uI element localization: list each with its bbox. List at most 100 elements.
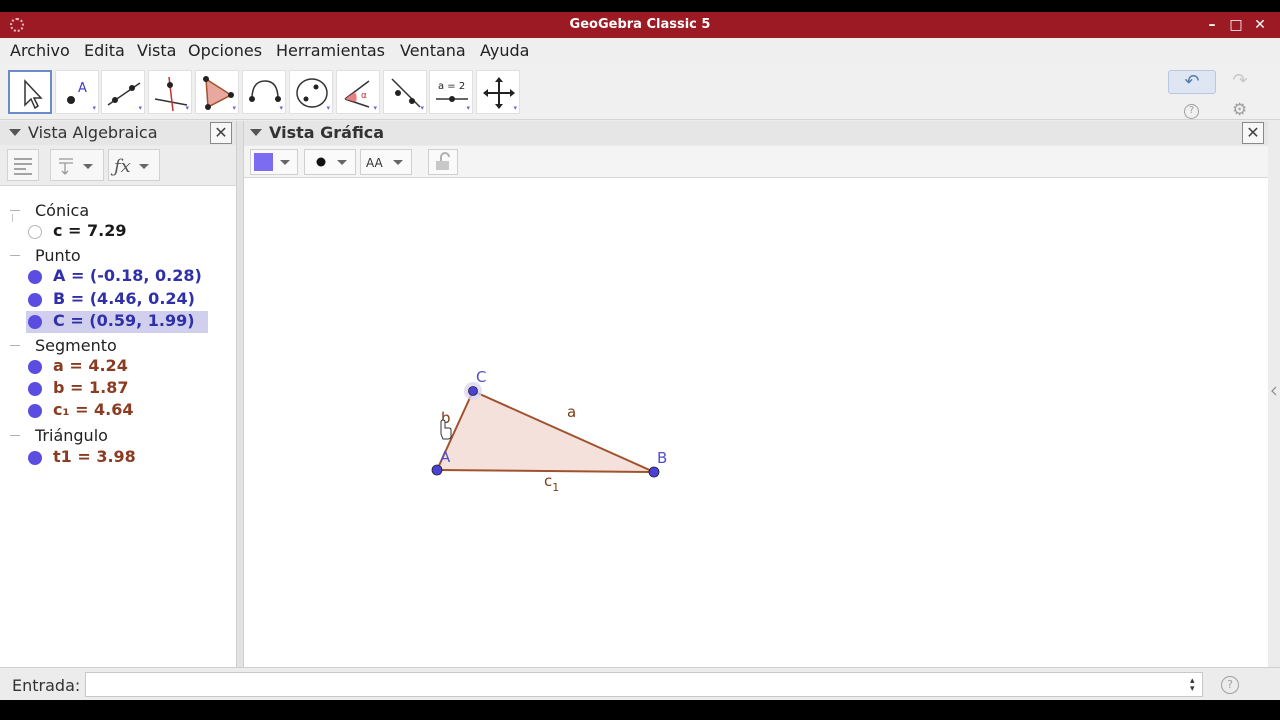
algebra-menu-button[interactable]: [7, 149, 39, 181]
list-item[interactable]: c = 7.29: [26, 221, 136, 243]
move-tool-button[interactable]: [8, 70, 52, 114]
angle-tool-button[interactable]: α ▾: [336, 70, 380, 114]
close-window-button[interactable]: ✕: [1250, 15, 1270, 35]
visibility-toggle[interactable]: [28, 382, 42, 396]
algebra-item-text: c₁ = 4.64: [53, 400, 134, 419]
lines-menu-icon: [14, 158, 32, 175]
move-view-tool-button[interactable]: ▾: [476, 70, 520, 114]
algebra-item-text: C = (0.59, 1.99): [53, 311, 195, 330]
construction-drawing[interactable]: A B C a b c1: [244, 178, 1268, 678]
visibility-toggle[interactable]: [28, 451, 42, 465]
expand-arrow-icon: [1271, 386, 1277, 396]
menu-ayuda[interactable]: Ayuda: [480, 41, 529, 60]
perpendicular-tool-button[interactable]: ▾: [148, 70, 192, 114]
maximize-button[interactable]: □: [1226, 15, 1246, 35]
input-field[interactable]: [85, 672, 1203, 697]
conic-tool-button[interactable]: ▾: [289, 70, 333, 114]
triangle-t1-fill[interactable]: [437, 391, 654, 472]
label-style-button[interactable]: AA: [360, 149, 412, 175]
list-item[interactable]: c₁ = 4.64: [26, 400, 142, 422]
point-style-button[interactable]: [304, 149, 356, 175]
tree-collapse-conica[interactable]: [10, 210, 20, 211]
right-edge-handle[interactable]: [1268, 121, 1280, 678]
undo-button[interactable]: ↶: [1168, 70, 1216, 94]
tree-collapse-triangulo[interactable]: [10, 435, 20, 436]
point-b[interactable]: [648, 466, 660, 478]
category-conica: Cónica: [35, 201, 90, 220]
graphics-view-title: Vista Gráfica: [269, 123, 385, 142]
list-item-selected[interactable]: C = (0.59, 1.99): [26, 311, 208, 333]
color-swatch-icon: [254, 153, 290, 171]
list-item[interactable]: t1 = 3.98: [26, 447, 146, 469]
input-label: Entrada:: [12, 676, 81, 695]
svg-text:α: α: [361, 91, 367, 101]
label-segment-a: a: [567, 403, 576, 421]
label-segment-c1: c1: [544, 472, 559, 494]
input-bar: Entrada: ▴ ▾ ?: [0, 667, 1280, 700]
category-segmento: Segmento: [35, 336, 117, 355]
collapse-triangle-icon[interactable]: [250, 129, 262, 136]
list-item[interactable]: b = 1.87: [26, 378, 136, 400]
list-item[interactable]: B = (4.46, 0.24): [26, 289, 208, 311]
visibility-toggle[interactable]: [28, 315, 42, 329]
menu-bar: Archivo Edita Vista Opciones Herramienta…: [0, 38, 1280, 64]
unlock-icon: [436, 152, 450, 170]
fx-icon: ƒx: [110, 156, 149, 177]
algebra-item-text: t1 = 3.98: [53, 447, 136, 466]
menu-vista[interactable]: Vista: [137, 41, 176, 60]
point-style-icon: [316, 157, 347, 167]
line-tool-button[interactable]: ▾: [101, 70, 145, 114]
reflect-tool-button[interactable]: ▾: [383, 70, 427, 114]
menu-edita[interactable]: Edita: [84, 41, 125, 60]
tree-collapse-punto[interactable]: [10, 255, 20, 256]
visibility-toggle[interactable]: [28, 225, 42, 239]
algebra-item-text: b = 1.87: [53, 378, 129, 397]
arc-tool-button[interactable]: ▾: [242, 70, 286, 114]
algebra-item-text: B = (4.46, 0.24): [53, 289, 195, 308]
graphics-view-header: Vista Gráfica ✕: [244, 121, 1268, 145]
redo-button[interactable]: ↷: [1218, 70, 1262, 94]
algebra-item-text: A = (-0.18, 0.28): [53, 266, 202, 285]
visibility-toggle[interactable]: [28, 270, 42, 284]
close-algebra-view-button[interactable]: ✕: [210, 122, 232, 144]
menu-archivo[interactable]: Archivo: [10, 41, 70, 60]
slider-tool-label: a = 2: [438, 81, 465, 92]
menu-herramientas[interactable]: Herramientas: [276, 41, 385, 60]
graphics-style-bar: AA: [244, 146, 1268, 178]
settings-gear-icon[interactable]: ⚙: [1232, 100, 1247, 120]
slider-tool-button[interactable]: a = 2 ▾: [429, 70, 473, 114]
point-tool-button[interactable]: A ▾: [55, 70, 99, 114]
lock-button[interactable]: [428, 149, 458, 175]
collapse-triangle-icon[interactable]: [9, 129, 21, 136]
input-help-icon[interactable]: ?: [1221, 676, 1239, 694]
color-picker-button[interactable]: [250, 149, 298, 175]
menu-ventana[interactable]: Ventana: [400, 41, 466, 60]
category-triangulo: Triángulo: [35, 426, 108, 445]
tree-collapse-segmento[interactable]: [10, 345, 20, 346]
visibility-toggle[interactable]: [28, 404, 42, 418]
graphics-canvas[interactable]: A B C a b c1: [244, 178, 1268, 678]
category-punto: Punto: [35, 246, 81, 265]
point-a[interactable]: [431, 464, 443, 476]
menu-opciones[interactable]: Opciones: [188, 41, 262, 60]
minimize-button[interactable]: –: [1202, 15, 1222, 35]
view-splitter[interactable]: [236, 121, 244, 678]
visibility-toggle[interactable]: [28, 360, 42, 374]
algebra-view-list: Cónica c = 7.29 Punto A = (-0.18, 0.28) …: [0, 186, 236, 678]
label-point-a: A: [440, 448, 451, 466]
point-c[interactable]: [468, 386, 478, 396]
svg-text:ƒx: ƒx: [110, 156, 131, 177]
close-graphics-view-button[interactable]: ✕: [1242, 122, 1264, 144]
sort-by-button[interactable]: [50, 149, 104, 181]
list-item[interactable]: a = 4.24: [26, 356, 136, 378]
list-item[interactable]: A = (-0.18, 0.28): [26, 266, 214, 288]
description-mode-button[interactable]: ƒx: [108, 149, 160, 181]
input-history-spinner[interactable]: ▴ ▾: [1190, 677, 1195, 694]
label-style-icon: AA: [366, 156, 403, 170]
label-point-b: B: [657, 449, 667, 467]
algebra-item-text: c = 7.29: [53, 221, 127, 240]
visibility-toggle[interactable]: [28, 293, 42, 307]
help-icon[interactable]: ?: [1184, 104, 1199, 119]
geogebra-window: GeoGebra Classic 5 – □ ✕ Archivo Edita V…: [0, 12, 1280, 700]
polygon-tool-button[interactable]: ▾: [195, 70, 239, 114]
